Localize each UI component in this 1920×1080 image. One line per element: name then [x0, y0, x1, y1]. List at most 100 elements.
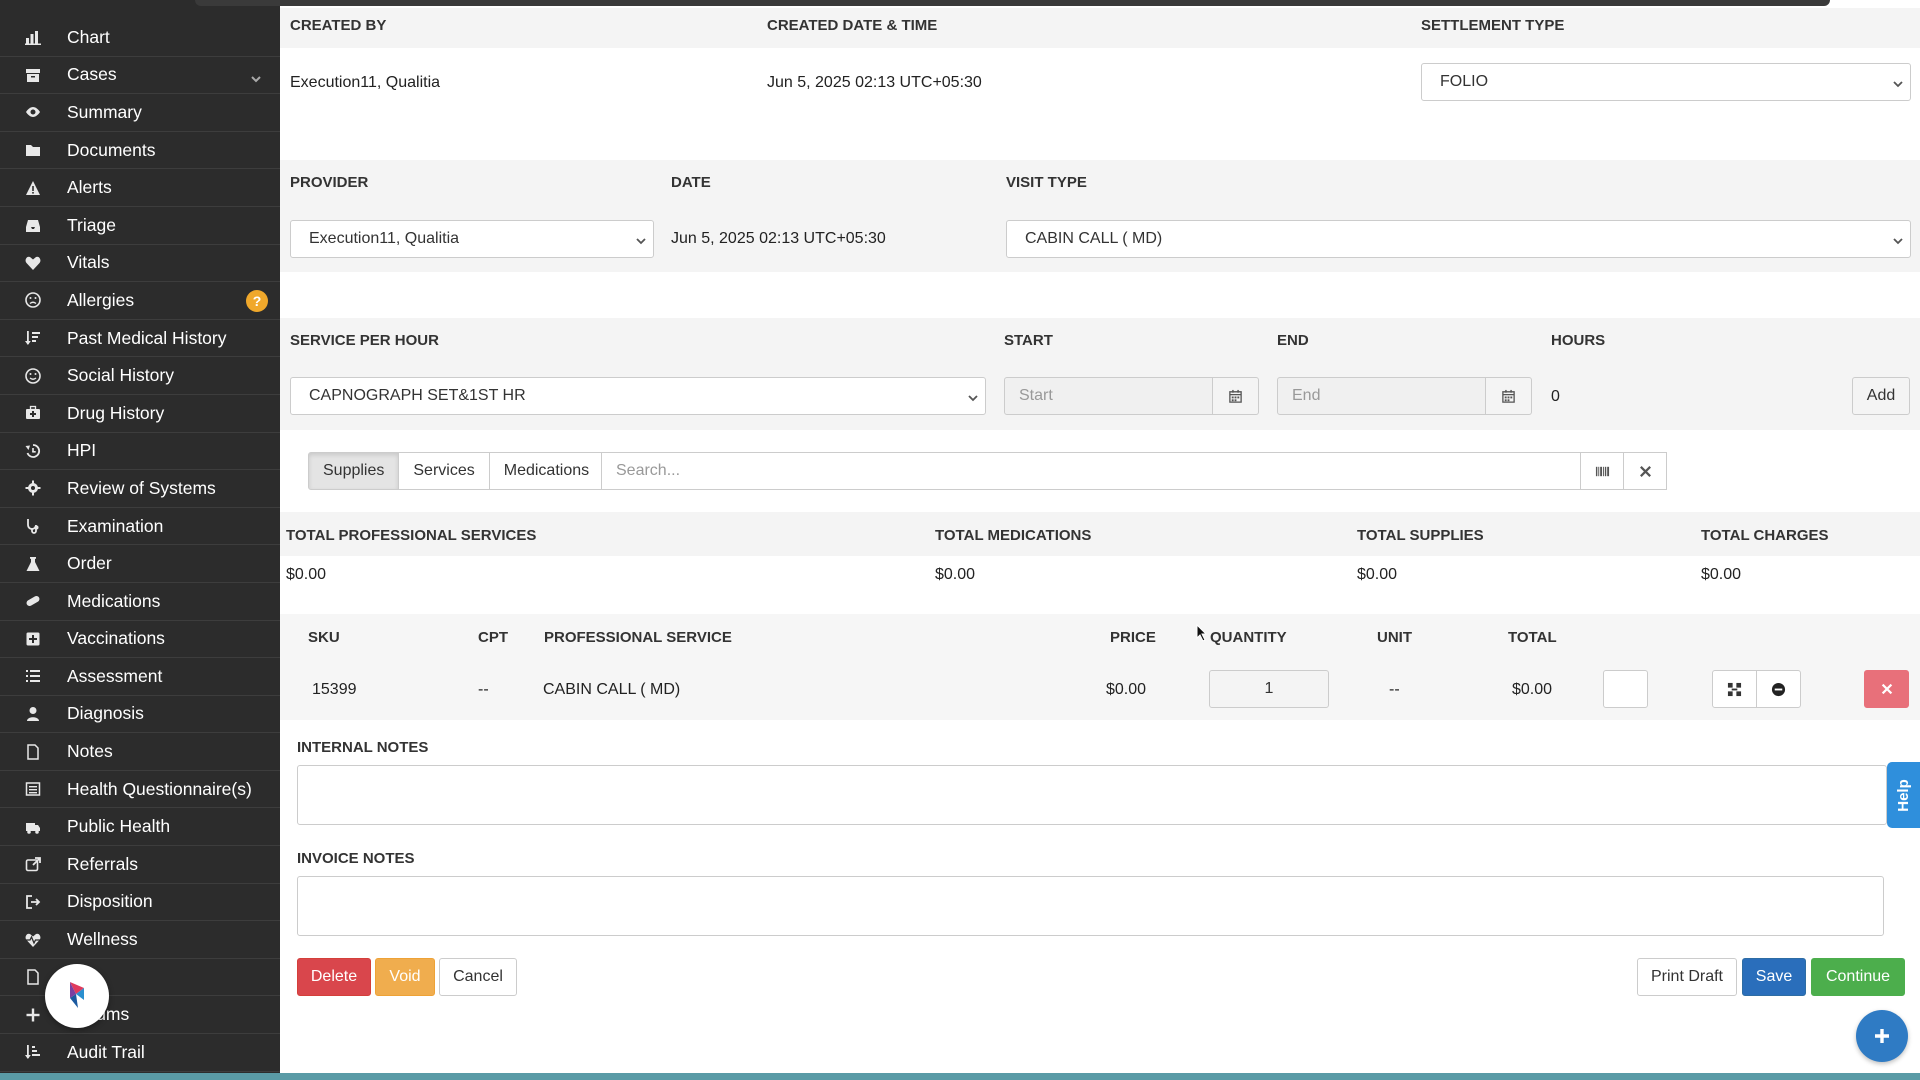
sidebar-item-cases[interactable]: Cases — [0, 57, 280, 95]
sidebar-item-summary[interactable]: Summary — [0, 94, 280, 132]
sidebar-item-label: Wellness — [67, 929, 138, 950]
sidebar-item-health-questionnaire-s[interactable]: Health Questionnaire(s) — [0, 771, 280, 809]
item-search-input[interactable]: Search... — [601, 452, 1581, 490]
clear-search-button[interactable] — [1623, 452, 1667, 490]
sidebar-item-order[interactable]: Order — [0, 545, 280, 583]
void-button[interactable]: Void — [375, 958, 435, 996]
sidebar-item-diagnosis[interactable]: Diagnosis — [0, 696, 280, 734]
sidebar-item-label: Past Medical History — [67, 327, 227, 348]
sidebar-item-review-of-systems[interactable]: Review of Systems — [0, 470, 280, 508]
share-square-icon — [22, 853, 44, 875]
sidebar-item-public-health[interactable]: Public Health — [0, 808, 280, 847]
end-calendar-button[interactable] — [1486, 377, 1532, 415]
sidebar-item-notes[interactable]: Notes — [0, 733, 280, 771]
sidebar-item-label: Review of Systems — [67, 477, 216, 498]
chevron-down-icon[interactable] — [250, 69, 262, 90]
sidebar-item-in[interactable]: in — [0, 959, 280, 997]
save-button[interactable]: Save — [1742, 958, 1806, 996]
tab-medications[interactable]: Medications — [489, 452, 605, 490]
smile-icon — [22, 365, 44, 387]
sidebar-item-label: Allergies — [67, 289, 135, 310]
sidebar-item-medications[interactable]: Medications — [0, 583, 280, 621]
visit-type-select[interactable]: CABIN CALL ( MD) — [1006, 220, 1911, 258]
close-icon — [1881, 683, 1892, 695]
hours-value: 0 — [1551, 388, 1560, 405]
chevron-down-icon — [1892, 234, 1904, 252]
inbox-icon — [22, 214, 44, 236]
sidebar-item-label: Audit Trail — [67, 1041, 145, 1062]
help-tab[interactable]: Help — [1887, 762, 1920, 828]
add-fab-button[interactable] — [1856, 1010, 1908, 1062]
sidebar-item-vitals[interactable]: Vitals — [0, 245, 280, 283]
sidebar-item-audit-trail[interactable]: Audit Trail — [0, 1034, 280, 1072]
settlement-type-label: SETTLEMENT TYPE — [1421, 17, 1565, 34]
sidebar-item-label: Vitals — [67, 252, 110, 273]
brand-logo-icon — [70, 982, 84, 1008]
end-datetime-group: End — [1277, 377, 1532, 415]
continue-button[interactable]: Continue — [1811, 958, 1905, 996]
stethoscope-icon — [22, 515, 44, 537]
calendar-icon — [1502, 389, 1515, 403]
tab-supplies[interactable]: Supplies — [308, 452, 400, 490]
plus-square-icon — [22, 628, 44, 650]
sidebar-item-chart[interactable]: Chart — [0, 19, 280, 57]
file-icon — [22, 741, 44, 763]
sidebar-item-referrals[interactable]: Referrals — [0, 846, 280, 884]
row-extra-input[interactable] — [1603, 670, 1648, 708]
internal-notes-textarea[interactable] — [297, 765, 1887, 825]
print-draft-button[interactable]: Print Draft — [1637, 958, 1737, 996]
created-by-value: Execution11, Qualitia — [290, 74, 441, 91]
sidebar-item-wellness[interactable]: Wellness — [0, 921, 280, 959]
provider-select[interactable]: Execution11, Qualitia — [290, 220, 654, 258]
sidebar-item-documents[interactable]: Documents — [0, 132, 280, 170]
sidebar-nav: Chart Cases Summary Documents Alerts Triage Vi… — [0, 19, 280, 1072]
sidebar-item-label: Summary — [67, 101, 142, 122]
row-remove-button[interactable] — [1756, 670, 1801, 708]
date-value: Jun 5, 2025 02:13 UTC+05:30 — [671, 230, 886, 247]
sort-icon — [22, 327, 44, 349]
row-split-button[interactable] — [1712, 670, 1757, 708]
row-delete-button[interactable] — [1864, 670, 1909, 708]
history-icon — [22, 440, 44, 462]
sidebar-item-hpi[interactable]: HPI — [0, 433, 280, 471]
item-type-tabs: Supplies Services Medications — [308, 452, 605, 490]
sidebar-item-social-history[interactable]: Social History — [0, 357, 280, 395]
invoice-notes-textarea[interactable] — [297, 876, 1884, 936]
sidebar-item-alerts[interactable]: Alerts — [0, 169, 280, 207]
cancel-button[interactable]: Cancel — [439, 958, 517, 996]
flask-icon — [22, 553, 44, 575]
sidebar-item-past-medical-history[interactable]: Past Medical History — [0, 320, 280, 358]
row-quantity-input[interactable]: 1 — [1209, 670, 1329, 708]
delete-button[interactable]: Delete — [297, 958, 371, 996]
start-input[interactable]: Start — [1004, 377, 1213, 415]
sidebar-item-vaccinations[interactable]: Vaccinations — [0, 621, 280, 659]
col-total-header: TOTAL — [1508, 629, 1557, 646]
sidebar-item-assessment[interactable]: Assessment — [0, 658, 280, 696]
sidebar-item-drug-history[interactable]: Drug History — [0, 395, 280, 433]
allergies-warning-badge[interactable]: ? — [246, 290, 268, 313]
mouse-cursor-icon — [1196, 623, 1208, 647]
app-logo-button[interactable] — [45, 964, 109, 1028]
service-per-hour-select[interactable]: CAPNOGRAPH SET&1ST HR — [290, 377, 986, 415]
sidebar-item-allergies[interactable]: Allergies? — [0, 282, 280, 320]
sidebar-item-endums[interactable]: endums — [0, 996, 280, 1035]
heart-icon — [22, 252, 44, 274]
list-icon — [22, 665, 44, 687]
sidebar-item-examination[interactable]: Examination — [0, 508, 280, 546]
tab-services[interactable]: Services — [399, 452, 490, 490]
sidebar-item-label: Health Questionnaire(s) — [67, 778, 252, 799]
barcode-scan-button[interactable] — [1580, 452, 1624, 490]
end-input[interactable]: End — [1277, 377, 1486, 415]
close-icon — [1639, 465, 1651, 477]
eye-icon — [22, 101, 44, 123]
sidebar-item-disposition[interactable]: Disposition — [0, 884, 280, 922]
sidebar-item-label: Disposition — [67, 891, 153, 912]
sidebar-item-label: Assessment — [67, 665, 163, 686]
start-calendar-button[interactable] — [1213, 377, 1259, 415]
help-label: Help — [1894, 778, 1912, 812]
sidebar-item-triage[interactable]: Triage — [0, 207, 280, 245]
settlement-type-select[interactable]: FOLIO — [1421, 63, 1911, 101]
total-supplies-value: $0.00 — [1357, 566, 1398, 583]
sitemap-icon — [1727, 682, 1742, 696]
add-service-button[interactable]: Add — [1852, 377, 1910, 415]
